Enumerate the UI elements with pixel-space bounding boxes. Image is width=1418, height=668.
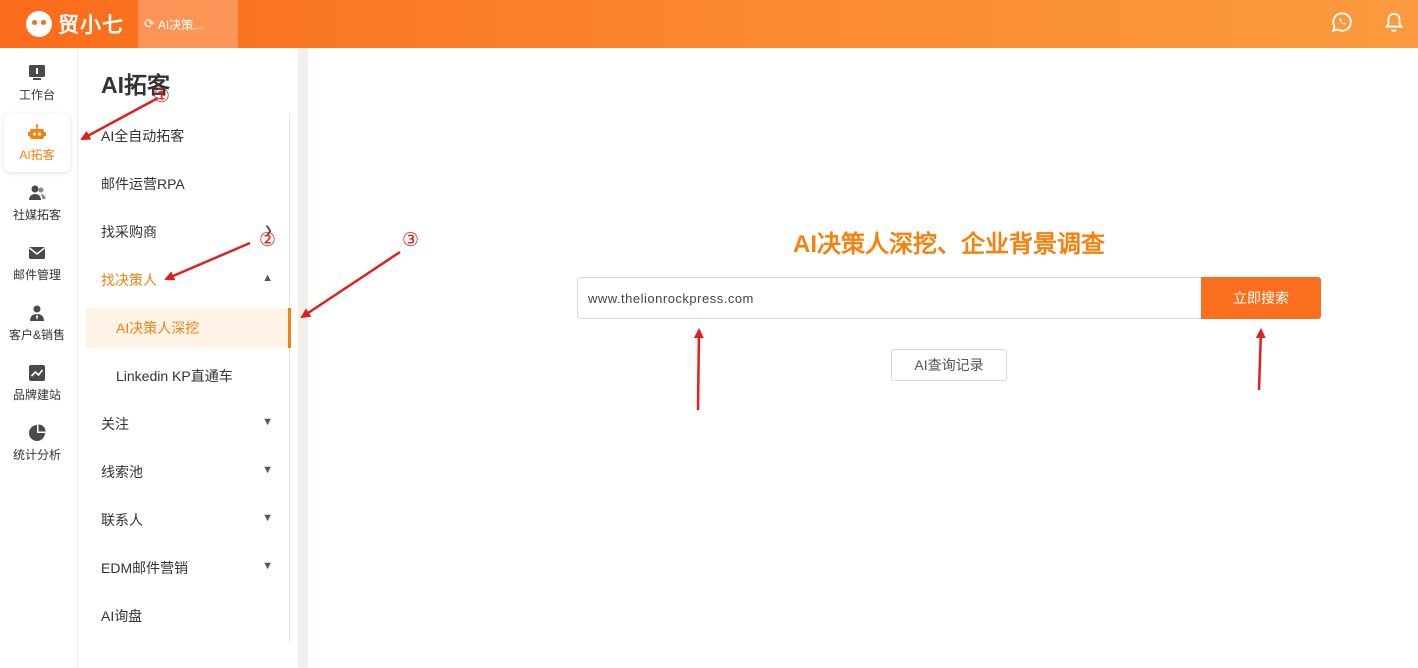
whatsapp-icon[interactable] (1330, 10, 1354, 34)
sidebar-scrollbar[interactable] (289, 113, 290, 643)
menu-label: 线索池 (101, 464, 143, 480)
menu-label: AI询盘 (101, 608, 143, 624)
monitor-icon (29, 64, 45, 80)
rail-item-workbench[interactable]: 工作台 (4, 54, 70, 112)
secondary-sidebar: AI拓客 AI全自动拓客 邮件运营RPA 找采购商 ❯ 找决策人 ▲ AI决策人… (78, 48, 298, 668)
top-bar: 贸小七 ⟳ AI决策... (0, 0, 1418, 48)
main-content: AI决策人深挖、企业背景调查 立即搜索 AI查询记录 (308, 48, 1418, 668)
menu-item-ai-decision-dig[interactable]: AI决策人深挖 (86, 308, 291, 348)
menu-item-find-decision-makers[interactable]: 找决策人 ▲ (86, 260, 289, 300)
brand-logo[interactable]: 贸小七 (26, 8, 124, 40)
chevron-down-icon: ▼ (262, 512, 273, 524)
menu-label: 关注 (101, 416, 129, 432)
chevron-down-icon: ▼ (262, 416, 273, 428)
menu-item-contacts[interactable]: 联系人 ▼ (86, 500, 289, 540)
tab-label: AI决策... (157, 17, 204, 32)
rail-label: 客户&销售 (8, 327, 65, 342)
rail-label: 品牌建站 (12, 387, 61, 402)
brand-name: 贸小七 (58, 14, 124, 37)
annotation-marker-3: ③ (402, 230, 420, 251)
menu-label: 找采购商 (101, 224, 157, 240)
chevron-down-icon: ▼ (262, 464, 273, 476)
rail-item-stats[interactable]: 统计分析 (4, 414, 70, 472)
rail-label: 统计分析 (12, 447, 61, 462)
ai-query-history-button[interactable]: AI查询记录 (891, 349, 1007, 381)
logo-icon (26, 11, 52, 37)
menu-item-mail-rpa[interactable]: 邮件运营RPA (86, 164, 289, 204)
menu-label: EDM邮件营销 (101, 560, 189, 576)
rail-item-brand-site[interactable]: 品牌建站 (4, 354, 70, 412)
refresh-icon[interactable]: ⟳ (144, 16, 155, 32)
rail-item-mail[interactable]: 邮件管理 (4, 234, 70, 292)
mail-icon (29, 246, 45, 259)
rail-item-ai-prospect[interactable]: AI拓客 (4, 114, 70, 172)
person-icon (30, 305, 44, 321)
rail-label: AI拓客 (19, 147, 55, 162)
trend-icon (29, 364, 45, 381)
annotation-marker-1: ① (153, 86, 171, 107)
tab-ai-decision[interactable]: ⟳ AI决策... (138, 0, 238, 48)
menu-label: 找决策人 (101, 272, 157, 288)
chevron-up-icon: ▲ (262, 272, 273, 284)
menu-label: Linkedin KP直通车 (116, 368, 233, 384)
left-rail: 工作台 AI拓客 社媒拓客 邮件管理 客户&销售 品牌建站 统计分析 (0, 48, 78, 668)
annotation-marker-2: ② (259, 230, 277, 251)
rail-item-social[interactable]: 社媒拓客 (4, 174, 70, 232)
menu-item-edm[interactable]: EDM邮件营销 ▼ (86, 548, 289, 588)
search-bar: 立即搜索 (577, 277, 1321, 319)
rail-label: 邮件管理 (12, 267, 61, 282)
search-input[interactable] (577, 277, 1201, 319)
menu-item-auto-prospect[interactable]: AI全自动拓客 (86, 116, 289, 156)
users-icon (29, 185, 46, 200)
menu-item-lead-pool[interactable]: 线索池 ▼ (86, 452, 289, 492)
search-button[interactable]: 立即搜索 (1201, 277, 1321, 319)
chevron-down-icon: ▼ (262, 560, 273, 572)
menu-label: AI决策人深挖 (116, 320, 200, 336)
rail-item-customer[interactable]: 客户&销售 (4, 294, 70, 352)
menu-item-ai-inquiry[interactable]: AI询盘 (86, 596, 289, 636)
rail-label: 社媒拓客 (12, 207, 61, 222)
menu-label: AI全自动拓客 (101, 128, 185, 144)
menu-label: 邮件运营RPA (101, 176, 185, 192)
menu-item-follow[interactable]: 关注 ▼ (86, 404, 289, 444)
menu-item-linkedin-kp[interactable]: Linkedin KP直通车 (86, 356, 289, 396)
menu-label: 联系人 (101, 512, 143, 528)
top-icons (1330, 10, 1406, 34)
panel-divider (298, 48, 308, 668)
robot-icon (28, 123, 46, 139)
rail-label: 工作台 (18, 87, 55, 102)
bell-icon[interactable] (1382, 10, 1406, 34)
page-headline: AI决策人深挖、企业背景调查 (793, 231, 1105, 258)
pie-icon (29, 424, 46, 441)
